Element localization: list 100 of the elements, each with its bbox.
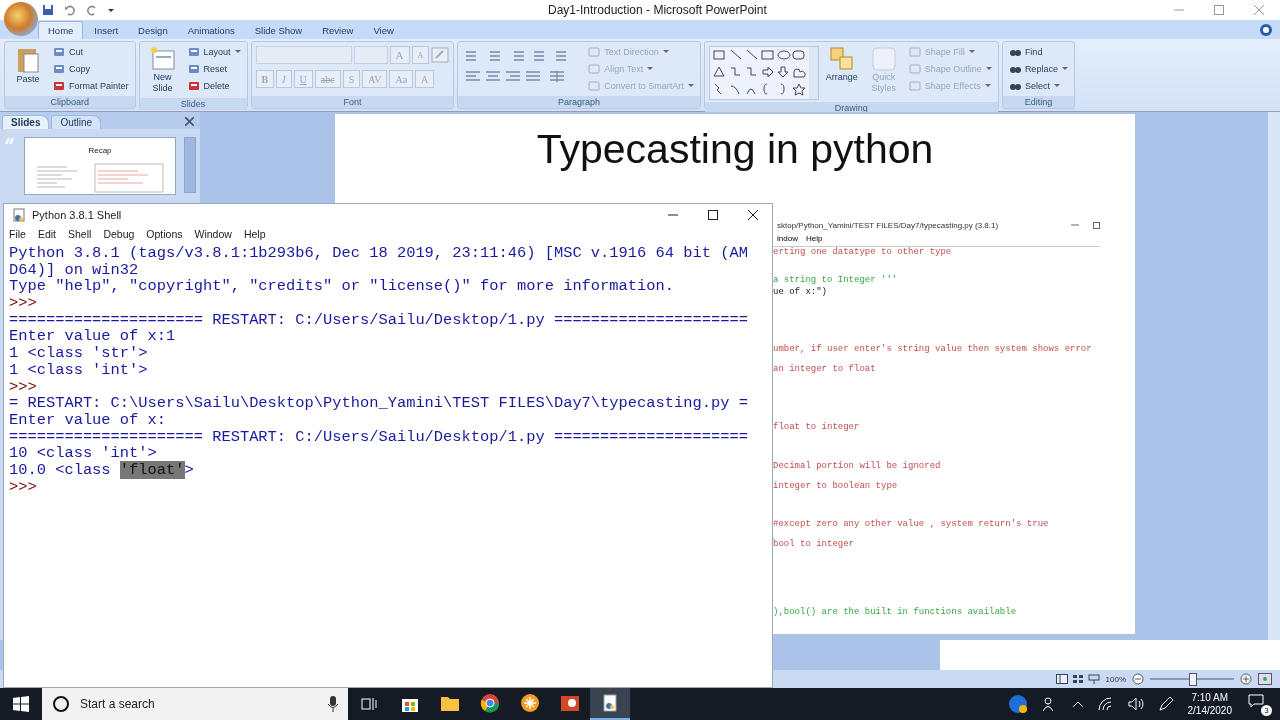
slide-thumbnail[interactable]: Recap (23, 137, 177, 195)
ribbon-tab[interactable]: Review (313, 22, 363, 39)
code-line: a string to Integer ''' (773, 275, 898, 285)
code-line: integer to boolean type (773, 481, 898, 491)
menu-item[interactable]: Help (243, 228, 266, 240)
sorter-view-icon[interactable] (1071, 674, 1084, 684)
zoom-in-icon[interactable] (1240, 673, 1252, 685)
group-label: Editing (1024, 97, 1053, 107)
search-box[interactable]: Start a search (42, 688, 348, 720)
ribbon-tab[interactable]: Slide Show (245, 22, 312, 39)
caret-icon (1053, 84, 1060, 87)
windows-logo-icon[interactable] (13, 696, 29, 712)
shell-prompt: >>> (9, 294, 37, 313)
shape-gallery[interactable] (708, 46, 819, 100)
menu-item[interactable]: Debug (103, 228, 135, 240)
scrollbar[interactable] (184, 137, 196, 193)
redo-icon[interactable] (86, 4, 98, 16)
transition-icon (4, 137, 16, 145)
menu-item[interactable]: Edit (37, 228, 56, 240)
caret-icon (647, 67, 654, 70)
ribbon-button[interactable]: Delete (185, 78, 243, 93)
caret-icon (985, 67, 992, 70)
maximize-icon[interactable] (708, 210, 718, 220)
ribbon-button[interactable]: Reset (185, 61, 243, 76)
customize-caret-icon[interactable] (108, 8, 114, 12)
code-line: umber, if user enter's string value then system shows error (773, 344, 1092, 354)
output-line: Enter value of x:1 (9, 327, 176, 346)
pen-icon[interactable] (1157, 696, 1174, 712)
zoom-level[interactable]: 100% (1105, 674, 1126, 684)
selected-text: 'float' (119, 460, 185, 479)
search-field[interactable]: Start a search (78, 696, 320, 712)
group-label: Font (343, 97, 362, 107)
notification-button[interactable]: 3 (1246, 692, 1272, 716)
asterisk-icon (520, 693, 540, 713)
caret-icon (968, 50, 975, 53)
code-line: ue of x:") (773, 287, 827, 297)
editor-title: sktop/Python_Yamini/TEST FILES/Day7/typecasting.py (3.8.1) (777, 220, 999, 230)
scrollbar[interactable] (1268, 112, 1280, 640)
menu-item[interactable]: Window (194, 228, 232, 240)
task-view-icon[interactable] (361, 696, 377, 712)
slide-title: Typecasting in python (535, 125, 935, 173)
group-label: Slides (180, 98, 206, 109)
ribbon-button[interactable]: Layout (185, 44, 243, 59)
output-line: D64)] on win32 (9, 260, 139, 279)
ribbon-tab[interactable]: View (364, 22, 403, 39)
maximize-icon (1093, 221, 1100, 229)
ribbon-tab[interactable]: Home (38, 21, 84, 39)
fit-slide-icon[interactable] (1258, 673, 1272, 685)
close-icon[interactable] (748, 210, 758, 220)
clipboard-icon (16, 46, 40, 74)
menu-item[interactable]: Shell (68, 228, 92, 240)
ribbon-button[interactable]: Replace (1006, 61, 1070, 76)
speaker-icon[interactable] (1127, 697, 1144, 711)
zoom-out-icon[interactable] (1132, 673, 1144, 685)
office-button[interactable] (4, 2, 38, 36)
panel-tab[interactable]: Outline (51, 115, 102, 129)
wifi-icon[interactable] (1097, 697, 1114, 711)
microphone-icon[interactable] (328, 696, 338, 712)
chevron-up-icon[interactable] (1071, 700, 1084, 708)
font-size-field[interactable] (353, 46, 388, 64)
ribbon-button[interactable]: Cut (51, 44, 131, 59)
ribbon-tab[interactable]: Animations (178, 22, 244, 39)
group-label: Drawing (834, 103, 868, 113)
menu-item[interactable]: File (9, 228, 26, 240)
normal-view-icon[interactable] (1055, 674, 1068, 684)
ribbon-button[interactable]: Copy (51, 61, 131, 76)
slideshow-view-icon[interactable] (1087, 674, 1100, 684)
menu-item[interactable]: Options (146, 228, 183, 240)
save-icon[interactable] (42, 4, 54, 16)
presentation-icon (560, 693, 580, 713)
thumbnail-title: Recap (88, 146, 112, 155)
ribbon-button[interactable]: Find (1006, 44, 1070, 59)
output-line: Type "help", "copyright", "credits" or "license()" for more information. (9, 277, 674, 296)
arrange-button[interactable]: Arrange (822, 44, 861, 85)
ribbon-tab[interactable]: Design (129, 22, 177, 39)
caret-icon (687, 84, 694, 87)
code-line: an integer to float (773, 364, 876, 374)
arrange-icon (828, 46, 855, 72)
ribbon-tab[interactable]: Insert (85, 22, 128, 39)
zoom-slider-thumb[interactable] (1189, 673, 1197, 686)
code-line: bool to integer (773, 539, 854, 549)
undo-icon[interactable] (64, 4, 76, 16)
ribbon-button[interactable]: Select (1006, 78, 1070, 93)
python-file-icon (12, 208, 26, 222)
taskbar-app[interactable] (590, 688, 630, 720)
code-line: float to integer (773, 422, 860, 432)
minimize-icon (1071, 222, 1079, 228)
notification-icon (1248, 694, 1264, 708)
code-line: ),bool() are the built in functions available (773, 607, 1017, 617)
big-button[interactable]: Paste (9, 44, 47, 87)
quick-styles-icon (870, 46, 897, 72)
ribbon-button[interactable]: Format Painter (51, 78, 131, 93)
code-line: erting one datatype to other type (773, 247, 952, 257)
panel-tab[interactable]: Slides (2, 115, 50, 129)
output-line: > (184, 460, 194, 479)
clock[interactable]: 7:10 AM 2/14/2020 (1187, 691, 1232, 717)
group-label: Clipboard (50, 97, 90, 107)
output-line: 1 <class 'str'> (9, 344, 148, 363)
big-button[interactable]: New Slide (143, 44, 182, 96)
output-line: Enter value of x: (9, 410, 166, 429)
